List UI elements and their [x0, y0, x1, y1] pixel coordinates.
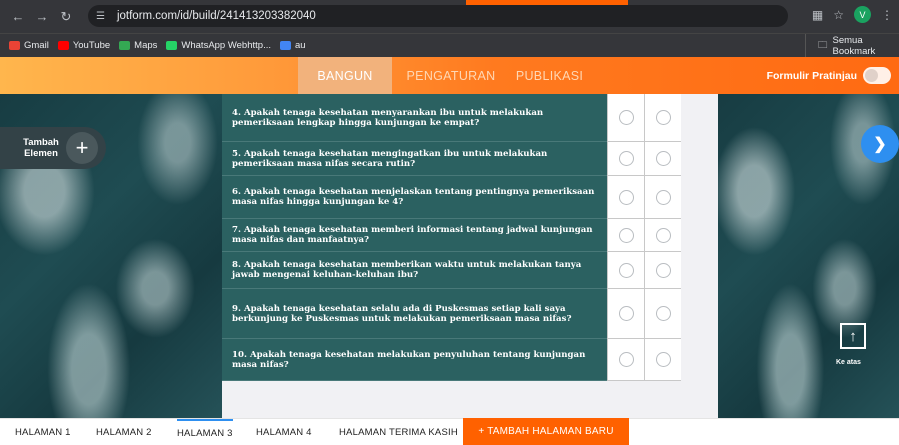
builder-navbar: BANGUN PENGATURAN PUBLIKASI Formulir Pra… — [0, 57, 899, 94]
radio-button[interactable] — [618, 189, 634, 205]
active-tab-indicator — [466, 0, 628, 5]
bookmark-favicon-icon — [166, 41, 178, 50]
page-tab[interactable]: HALAMAN 2 — [96, 419, 152, 445]
bookmark-label: Maps — [134, 40, 158, 51]
matrix-row: 7. Apakah tenaga kesehatan memberi infor… — [222, 219, 681, 252]
forward-icon[interactable]: → — [30, 9, 54, 24]
scroll-up-icon[interactable]: ↑ — [840, 323, 866, 349]
bookmarks-bar: 🗀 Semua Bookmark Gmail YouTube Maps WhatsAp… — [0, 33, 899, 58]
radio-button[interactable] — [618, 227, 634, 243]
radio-button[interactable] — [655, 189, 671, 205]
address-bar[interactable]: ☰ jotform.com/id/build/241413203382040 — [88, 5, 788, 27]
option-cell — [607, 252, 644, 289]
question-text: 6. Apakah tenaga kesehatan menjelaskan t… — [222, 176, 607, 219]
question-text: 8. Apakah tenaga kesehatan memberikan wa… — [222, 252, 607, 289]
add-element-label: Tambah Elemen — [23, 137, 59, 159]
matrix-row: 8. Apakah tenaga kesehatan memberikan wa… — [222, 252, 681, 289]
page-tab[interactable]: HALAMAN TERIMA KASIH — [339, 419, 458, 445]
reload-icon[interactable]: ↻ — [54, 9, 78, 25]
browser-actions: ▦ ☆ V ⋮ — [812, 6, 899, 23]
add-element-button[interactable]: Tambah Elemen + — [0, 127, 106, 169]
bookmark-favicon-icon — [9, 41, 20, 50]
bookmark-favicon-icon — [119, 41, 131, 50]
star-icon[interactable]: ☆ — [833, 8, 844, 22]
url-text: jotform.com/id/build/241413203382040 — [116, 10, 316, 22]
option-cell — [607, 289, 644, 339]
radio-button[interactable] — [655, 227, 671, 243]
question-text: 9. Apakah tenaga kesehatan selalu ada di… — [222, 289, 607, 339]
tab-bangun[interactable]: BANGUN — [298, 57, 392, 94]
option-cell — [644, 339, 681, 381]
tab-publikasi[interactable]: PUBLIKASI — [502, 57, 597, 94]
form-canvas: 4. Apakah tenaga kesehatan menyarankan i… — [222, 94, 718, 418]
radio-button[interactable] — [655, 262, 671, 278]
radio-button[interactable] — [618, 110, 634, 125]
tab-pengaturan[interactable]: PENGATURAN — [405, 57, 497, 94]
bookmark-item[interactable]: YouTube — [57, 40, 111, 51]
bookmark-favicon-icon — [57, 41, 69, 50]
radio-button[interactable] — [655, 151, 671, 166]
question-text: 4. Apakah tenaga kesehatan menyarankan i… — [222, 94, 607, 142]
bookmark-folder-all[interactable]: 🗀 Semua Bookmark — [805, 34, 899, 58]
option-cell — [644, 142, 681, 176]
bookmark-label: Gmail — [24, 40, 49, 51]
radio-button[interactable] — [618, 151, 634, 166]
folder-icon: 🗀 — [818, 40, 828, 51]
question-text: 7. Apakah tenaga kesehatan memberi infor… — [222, 219, 607, 252]
option-cell — [607, 176, 644, 219]
option-cell — [644, 176, 681, 219]
page-tab[interactable]: HALAMAN 3 — [177, 419, 233, 445]
matrix-row: 10. Apakah tenaga kesehatan melakukan pe… — [222, 339, 681, 381]
translate-icon[interactable]: ▦ — [812, 8, 823, 22]
preview-label: Formulir Pratinjau — [766, 69, 857, 82]
matrix-row: 6. Apakah tenaga kesehatan menjelaskan t… — [222, 176, 681, 219]
option-cell — [607, 94, 644, 142]
radio-button[interactable] — [655, 306, 671, 321]
paint-roller-icon[interactable]: ❯ — [861, 125, 899, 163]
radio-button[interactable] — [655, 110, 671, 125]
bookmark-item[interactable]: Gmail — [9, 40, 49, 51]
bookmark-folder-label: Semua Bookmark — [832, 35, 876, 57]
option-cell — [644, 252, 681, 289]
bookmark-label: WhatsApp Webhttp... — [181, 40, 271, 51]
bookmark-label: YouTube — [72, 40, 111, 51]
option-cell — [644, 289, 681, 339]
jotform-builder: ← → ↻ ☰ jotform.com/id/build/24141320338… — [0, 0, 899, 445]
bookmark-item[interactable]: au — [279, 40, 306, 51]
option-cell — [607, 339, 644, 381]
add-page-button[interactable]: + TAMBAH HALAMAN BARU — [463, 418, 629, 445]
radio-button[interactable] — [655, 352, 671, 367]
radio-button[interactable] — [618, 306, 634, 321]
bookmark-item[interactable]: Maps — [119, 40, 157, 51]
browser-toolbar: ← → ↻ ☰ jotform.com/id/build/24141320338… — [0, 0, 899, 33]
option-cell — [607, 219, 644, 252]
preview-toggle-group: Formulir Pratinjau — [767, 67, 891, 84]
back-icon[interactable]: ← — [6, 9, 30, 24]
scroll-up-label: Ke atas — [836, 359, 861, 366]
page-tab[interactable]: HALAMAN 4 — [256, 419, 312, 445]
bookmark-label: au — [294, 40, 306, 51]
site-settings-icon[interactable]: ☰ — [96, 11, 105, 22]
question-text: 10. Apakah tenaga kesehatan melakukan pe… — [222, 339, 607, 381]
matrix-row: 4. Apakah tenaga kesehatan menyarankan i… — [222, 94, 681, 142]
radio-button[interactable] — [618, 262, 634, 278]
question-text: 5. Apakah tenaga kesehatan mengingatkan … — [222, 142, 607, 176]
matrix-row: 5. Apakah tenaga kesehatan mengingatkan … — [222, 142, 681, 176]
page-tab[interactable]: HALAMAN 1 — [15, 419, 71, 445]
option-cell — [644, 219, 681, 252]
option-cell — [644, 94, 681, 142]
option-cell — [607, 142, 644, 176]
plus-icon: + — [66, 132, 98, 164]
profile-avatar[interactable]: V — [854, 6, 871, 23]
bookmark-favicon-icon — [279, 41, 291, 50]
matrix-row: 9. Apakah tenaga kesehatan selalu ada di… — [222, 289, 681, 339]
preview-toggle[interactable] — [863, 67, 891, 84]
page-tabs-bar: HALAMAN 1 HALAMAN 2 HALAMAN 3 HALAMAN 4 HALA… — [0, 418, 899, 445]
bookmark-item[interactable]: WhatsApp Webhttp... — [166, 40, 271, 51]
menu-icon[interactable]: ⋮ — [881, 8, 893, 22]
radio-button[interactable] — [618, 352, 634, 367]
